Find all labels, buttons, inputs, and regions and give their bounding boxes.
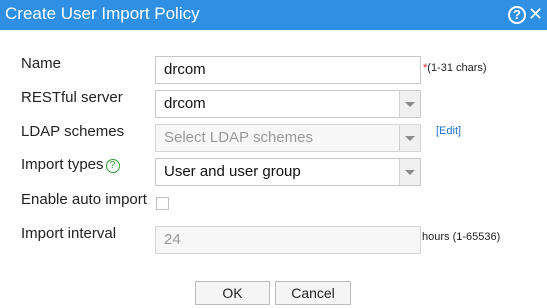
import-interval-input[interactable]: 24 [155,226,421,254]
dialog-titlebar: Create User Import Policy ? ✕ [0,0,547,30]
auto-import-label: Enable auto import [21,191,147,208]
restful-server-label: RESTful server [21,89,123,106]
auto-import-checkbox[interactable] [156,197,169,210]
import-types-label: Import types? [21,156,120,174]
name-hint: *(1-31 chars) [423,62,487,74]
name-input[interactable]: drcom [155,56,421,84]
ldap-schemes-select[interactable]: Select LDAP schemes [155,124,421,152]
chevron-down-icon[interactable] [399,91,420,117]
name-length-hint: (1-31 chars) [427,62,487,74]
ldap-schemes-placeholder: Select LDAP schemes [164,129,313,146]
cancel-button[interactable]: Cancel [275,281,351,305]
restful-server-value: drcom [164,95,206,112]
ok-button[interactable]: OK [195,281,270,305]
import-interval-label: Import interval [21,225,117,242]
chevron-down-icon[interactable] [399,159,420,185]
help-icon[interactable]: ? [508,6,526,24]
name-label: Name [21,55,62,72]
import-types-select[interactable]: User and user group [155,158,421,186]
ldap-schemes-label: LDAP schemes [21,123,125,140]
import-types-label-text: Import types [21,156,104,173]
info-icon[interactable]: ? [105,159,120,173]
import-types-value: User and user group [164,163,301,180]
close-icon[interactable]: ✕ [528,5,543,23]
edit-ldap-link[interactable]: [Edit] [436,125,461,137]
chevron-down-icon[interactable] [399,125,420,151]
restful-server-select[interactable]: drcom [155,90,421,118]
import-interval-hint: hours (1-65536) [422,231,501,243]
dialog-title: Create User Import Policy [5,4,200,23]
